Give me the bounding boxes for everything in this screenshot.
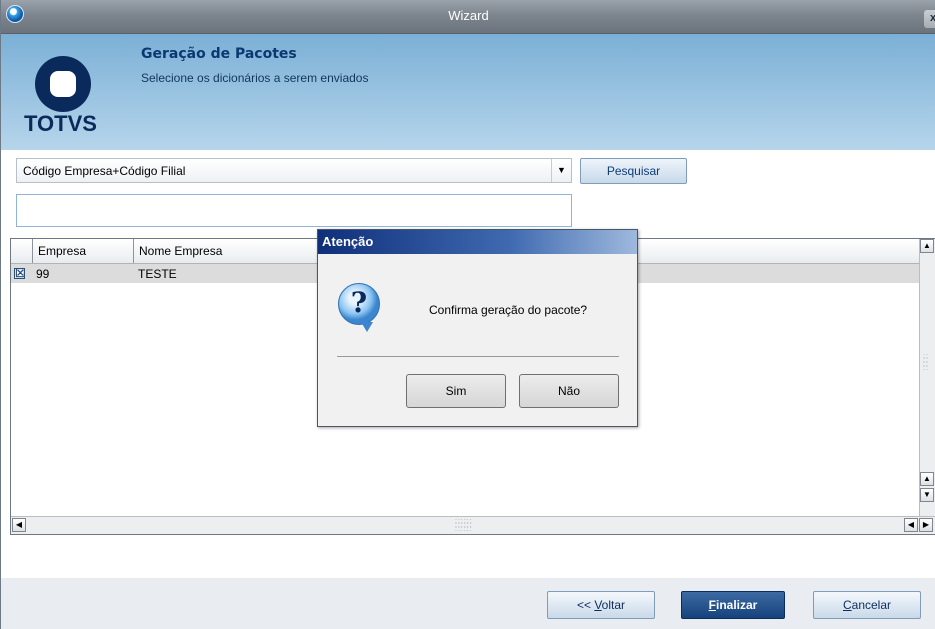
search-button[interactable]: Pesquisar [580, 158, 687, 184]
cell-empresa: 99 [36, 267, 50, 281]
title-bar: Wizard x [1, 0, 935, 34]
back-label: oltar [601, 598, 626, 612]
scroll-grip-icon[interactable]: :::::::: [923, 353, 929, 372]
confirm-dialog: Atenção ? Confirma geração do pacote? Si… [317, 229, 638, 427]
index-select-value: Código Empresa+Código Filial [23, 164, 186, 178]
scroll-grip-icon[interactable]: :::::::::::::::::: [455, 518, 473, 533]
finish-label: inalizar [715, 598, 758, 612]
horizontal-scrollbar[interactable]: ◀ :::::::::::::::::: ◀ ▶ [11, 516, 935, 534]
footer-bar: << Voltar Finalizar Cancelar [1, 578, 935, 629]
cancel-mnemonic: C [842, 598, 852, 612]
wizard-window: Wizard x TOTVS Geração de Pacotes Seleci… [0, 0, 935, 629]
grid-header-check [11, 239, 33, 263]
dialog-title: Atenção [318, 230, 637, 254]
back-mnemonic: V [594, 598, 602, 612]
header-banner: TOTVS Geração de Pacotes Selecione os di… [1, 34, 935, 150]
window-title: Wizard [448, 8, 489, 23]
question-icon: ? [338, 283, 380, 332]
back-button[interactable]: << Voltar [547, 591, 655, 619]
scroll-right-icon[interactable]: ▶ [919, 518, 933, 532]
column-header-empresa[interactable]: Empresa [33, 239, 134, 263]
search-input[interactable] [16, 194, 572, 227]
finish-mnemonic: F [708, 598, 716, 612]
close-button[interactable]: x [924, 10, 935, 28]
scroll-down-icon[interactable]: ▼ [920, 488, 934, 502]
scroll-up-icon[interactable]: ▲ [920, 472, 934, 486]
dialog-divider [337, 356, 619, 357]
cell-nome-empresa: TESTE [138, 267, 177, 281]
finish-button[interactable]: Finalizar [681, 591, 785, 619]
logo-globe-icon [35, 56, 91, 112]
scroll-up-icon[interactable]: ▲ [920, 239, 934, 253]
page-subtitle: Selecione os dicionários a serem enviado… [141, 71, 369, 85]
yes-button[interactable]: Sim [406, 374, 506, 408]
cancel-button[interactable]: Cancelar [813, 591, 921, 619]
logo-text: TOTVS [24, 111, 97, 136]
back-prefix: << [576, 598, 595, 612]
dialog-message: Confirma geração do pacote? [429, 303, 588, 317]
scroll-left-icon[interactable]: ◀ [904, 518, 918, 532]
vertical-scrollbar[interactable]: ▲ :::::::: ▲ ▼ [919, 239, 935, 516]
page-title: Geração de Pacotes [141, 46, 297, 62]
row-checkbox[interactable]: ☒ [14, 267, 26, 279]
dropdown-arrow-icon[interactable]: ▼ [551, 159, 571, 182]
no-button[interactable]: Não [519, 374, 619, 408]
scroll-left-icon[interactable]: ◀ [12, 518, 26, 532]
cancel-label: ancelar [851, 598, 892, 612]
index-select[interactable]: Código Empresa+Código Filial ▼ [16, 158, 572, 183]
totvs-logo: TOTVS [21, 48, 107, 136]
